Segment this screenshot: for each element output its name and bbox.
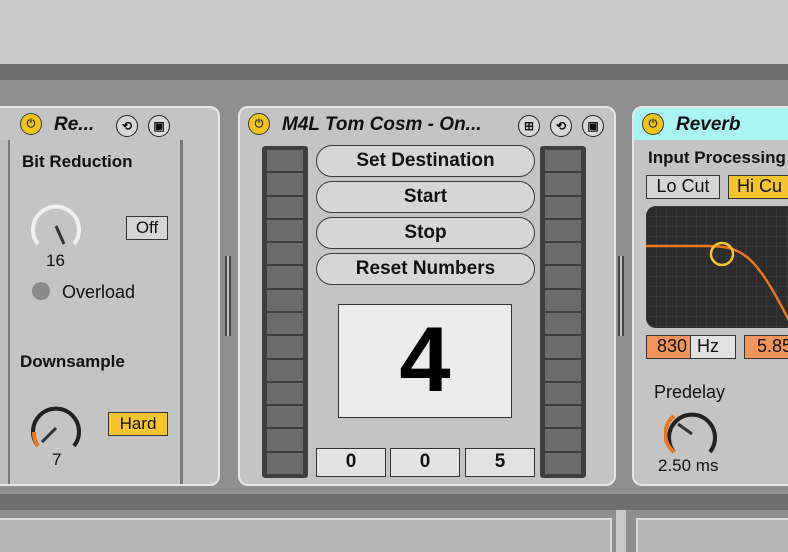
- device-title: M4L Tom Cosm - On...: [282, 114, 482, 135]
- overload-indicator: [32, 282, 50, 300]
- bit-reduction-toggle[interactable]: Off: [126, 216, 168, 240]
- stop-button[interactable]: Stop: [316, 217, 535, 249]
- m4l-titlebar: ⏻ M4L Tom Cosm - On... ⊞ ⟲ ▣: [240, 108, 614, 140]
- overload-label: Overload: [62, 282, 136, 302]
- downsample-knob[interactable]: [28, 400, 84, 456]
- set-destination-button[interactable]: Set Destination: [316, 145, 535, 177]
- filter-freq-value-2[interactable]: 5.85: [744, 335, 788, 359]
- power-icon[interactable]: ⏻: [248, 113, 270, 135]
- left-side-panel: [0, 140, 10, 484]
- panel-divider: [180, 140, 183, 484]
- filter-freq-value[interactable]: 830: [646, 335, 692, 359]
- redux-device: ⏻ Re... ⟲ ▣ Bit Reduction 16 Off Overloa…: [0, 106, 220, 486]
- predelay-label: Predelay: [654, 382, 726, 402]
- power-icon[interactable]: ⏻: [642, 113, 664, 135]
- lo-cut-toggle[interactable]: Lo Cut: [646, 175, 720, 199]
- right-meter: [540, 146, 586, 478]
- number-box-3[interactable]: 5: [465, 448, 535, 477]
- hot-swap-icon[interactable]: ⟲: [116, 115, 138, 137]
- device-chain-bottom-border: [0, 494, 788, 510]
- device-separator-grip[interactable]: [618, 256, 624, 336]
- device-title: Reverb: [676, 114, 741, 135]
- bit-reduction-value: 16: [46, 251, 65, 270]
- number-display: 4: [338, 304, 512, 418]
- downsample-mode-toggle[interactable]: Hard: [108, 412, 168, 436]
- hot-swap-icon[interactable]: ⟲: [550, 115, 572, 137]
- device-chain-top-border: [0, 64, 788, 80]
- bottom-panel-right: [626, 510, 788, 552]
- device-separator-grip[interactable]: [225, 256, 231, 336]
- input-processing-label: Input Processing: [648, 148, 786, 167]
- downsample-value: 7: [52, 450, 62, 469]
- eq-filter-display[interactable]: [646, 206, 788, 328]
- save-preset-icon[interactable]: ▣: [148, 115, 170, 137]
- redux-titlebar: ⏻ Re... ⟲ ▣: [0, 108, 218, 140]
- left-meter: [262, 146, 308, 478]
- filter-freq-unit: Hz: [690, 335, 736, 359]
- device-title: Re...: [54, 114, 95, 135]
- downsample-label: Downsample: [20, 352, 125, 371]
- save-preset-icon[interactable]: ▣: [582, 115, 604, 137]
- number-box-1[interactable]: 0: [316, 448, 386, 477]
- predelay-knob[interactable]: [664, 406, 720, 462]
- power-icon[interactable]: ⏻: [20, 113, 42, 135]
- start-button[interactable]: Start: [316, 181, 535, 213]
- reset-numbers-button[interactable]: Reset Numbers: [316, 253, 535, 285]
- number-box-2[interactable]: 0: [390, 448, 460, 477]
- bit-reduction-knob[interactable]: [28, 198, 84, 254]
- hi-cut-toggle[interactable]: Hi Cu: [728, 175, 788, 199]
- reverb-titlebar: ⏻ Reverb: [634, 108, 788, 140]
- top-empty-area: [0, 0, 788, 64]
- predelay-value: 2.50 ms: [658, 456, 719, 475]
- bit-reduction-label: Bit Reduction: [22, 152, 133, 171]
- bottom-panel-left: [0, 510, 616, 552]
- map-icon[interactable]: ⊞: [518, 115, 540, 137]
